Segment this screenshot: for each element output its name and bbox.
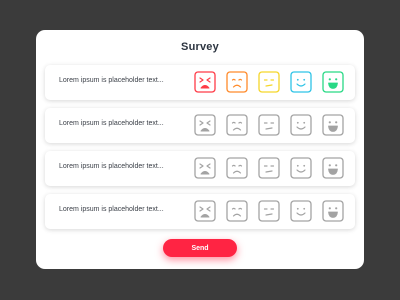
neutral-face-icon[interactable] [258,157,280,179]
very-sad-face-icon[interactable] [194,71,216,93]
very-happy-face-icon[interactable] [322,114,344,136]
very-happy-face-icon[interactable] [322,157,344,179]
rating-options [194,200,344,222]
very-sad-face-icon[interactable] [194,157,216,179]
question-text: Lorem ipsum is placeholder text... [59,120,164,127]
sad-face-icon[interactable] [226,200,248,222]
question-text: Lorem ipsum is placeholder text... [59,77,164,84]
question-text: Lorem ipsum is placeholder text... [59,163,164,170]
rating-options [194,157,344,179]
very-happy-face-icon[interactable] [322,71,344,93]
happy-face-icon[interactable] [290,71,312,93]
rating-options [194,114,344,136]
question-list: Lorem ipsum is placeholder text... Lorem… [45,65,355,237]
very-happy-face-icon[interactable] [322,200,344,222]
happy-face-icon[interactable] [290,157,312,179]
question-row: Lorem ipsum is placeholder text... [45,65,355,100]
neutral-face-icon[interactable] [258,114,280,136]
question-row: Lorem ipsum is placeholder text... [45,108,355,143]
neutral-face-icon[interactable] [258,200,280,222]
question-text: Lorem ipsum is placeholder text... [59,206,164,213]
sad-face-icon[interactable] [226,157,248,179]
sad-face-icon[interactable] [226,71,248,93]
rating-options [194,71,344,93]
question-row: Lorem ipsum is placeholder text... [45,151,355,186]
neutral-face-icon[interactable] [258,71,280,93]
survey-card: Survey Lorem ipsum is placeholder text..… [36,30,364,269]
very-sad-face-icon[interactable] [194,114,216,136]
question-row: Lorem ipsum is placeholder text... [45,194,355,229]
send-button[interactable]: Send [163,239,237,257]
happy-face-icon[interactable] [290,200,312,222]
survey-title: Survey [181,41,219,53]
very-sad-face-icon[interactable] [194,200,216,222]
sad-face-icon[interactable] [226,114,248,136]
happy-face-icon[interactable] [290,114,312,136]
